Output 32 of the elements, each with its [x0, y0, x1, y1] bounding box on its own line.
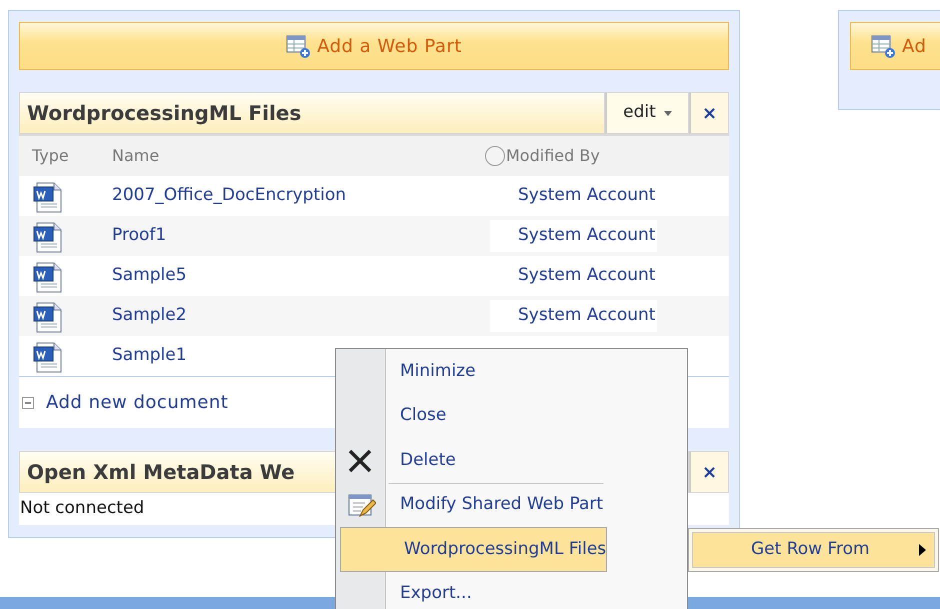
document-link[interactable]: Sample5 — [112, 263, 490, 289]
word-document-icon — [33, 340, 63, 372]
add-table-icon — [286, 34, 312, 58]
close-button[interactable]: × — [689, 451, 729, 493]
radio-icon — [484, 145, 506, 167]
delete-icon — [347, 448, 373, 474]
word-document-icon — [33, 300, 63, 332]
column-header[interactable]: Name — [112, 144, 484, 168]
document-link[interactable]: Proof1 — [112, 223, 490, 249]
submenu-item[interactable]: Get Row From — [688, 528, 939, 572]
document-link[interactable]: 2007_Office_DocEncryption — [112, 183, 490, 209]
menu-item[interactable]: Export... — [336, 572, 687, 609]
menu-item[interactable]: Close — [336, 394, 687, 438]
column-header[interactable]: Modified By — [506, 144, 600, 168]
caret-icon — [664, 110, 672, 116]
menu-item[interactable]: Minimize — [336, 349, 687, 394]
bullet-icon — [22, 396, 34, 408]
edit-icon — [348, 492, 376, 518]
web-part-title: WordprocessingML Files — [19, 92, 605, 134]
arrow-right-icon — [919, 544, 926, 556]
add-table-icon — [871, 34, 896, 58]
document-link[interactable]: Sample2 — [112, 303, 490, 329]
column-header[interactable]: Type — [32, 144, 112, 168]
word-document-icon — [33, 180, 63, 212]
close-button[interactable]: × — [689, 92, 729, 134]
add-new-document-link[interactable]: Add new document — [46, 389, 228, 416]
user-link[interactable]: System Account — [490, 300, 658, 332]
menu-item[interactable]: WordprocessingML Files — [340, 527, 608, 572]
edit-menu-button[interactable]: edit — [605, 92, 689, 134]
word-document-icon — [33, 260, 63, 292]
user-link[interactable]: System Account — [490, 220, 658, 252]
word-document-icon — [33, 220, 63, 252]
